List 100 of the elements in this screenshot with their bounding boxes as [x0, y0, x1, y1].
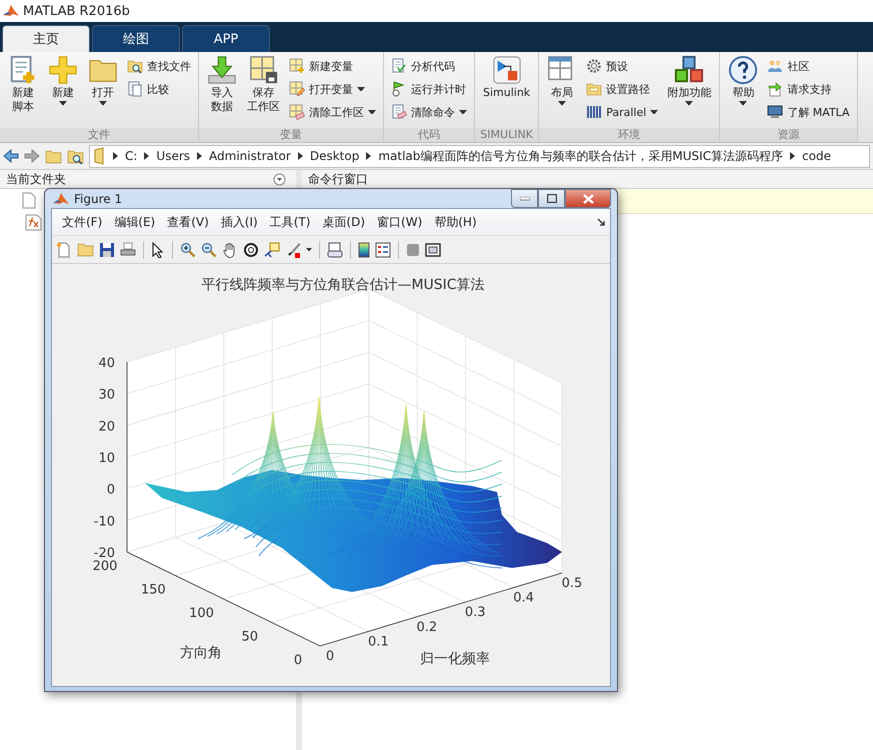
ribbon-tab[interactable]: APP: [182, 25, 270, 52]
linked-windows-icon[interactable]: [327, 242, 343, 258]
breadcrumb[interactable]: C:: [125, 149, 138, 163]
breadcrumb-arrow-icon: [366, 152, 372, 160]
cubes-icon: [674, 55, 704, 85]
ribbon-button[interactable]: 导入 数据: [203, 55, 241, 114]
panel-title: 当前文件夹: [6, 170, 66, 188]
panel-title: 命令行窗口: [308, 170, 368, 188]
folder-icon: [94, 147, 106, 165]
ribbon-button[interactable]: 查找文件: [124, 56, 194, 76]
monitor-icon: [767, 104, 784, 120]
block-diagram-icon: [492, 55, 522, 85]
path-field[interactable]: C: Users Administrator Desktop matlab编程面阵的信号方位角与频率的联合估计，采用MUSIC算法源码程序 code: [89, 144, 870, 168]
ribbon-button[interactable]: 布局: [543, 55, 582, 106]
document-eraser-icon: [391, 104, 407, 120]
ribbon-button[interactable]: 预设: [583, 56, 662, 76]
ribbon-button[interactable]: 附加功能: [663, 55, 716, 106]
arrow-document-icon: [767, 81, 784, 97]
zoom-out-icon[interactable]: [201, 242, 217, 258]
document-check-icon: [391, 58, 407, 74]
ribbon-button[interactable]: 社区: [764, 56, 853, 76]
ribbon-button[interactable]: 清除工作区: [286, 102, 379, 122]
printer-icon[interactable]: [120, 242, 136, 258]
tick-label: 20: [98, 419, 115, 434]
grid-disk-icon: [248, 55, 278, 85]
plus-icon: [48, 55, 78, 85]
colorbar-icon[interactable]: [358, 242, 370, 258]
menu-item[interactable]: 文件(F): [56, 214, 108, 230]
pointer-icon[interactable]: [151, 242, 165, 258]
bars-icon: [586, 104, 602, 120]
menu-item[interactable]: 桌面(D): [316, 214, 372, 230]
folder-icon[interactable]: [77, 241, 94, 258]
tick-label: -10: [94, 514, 115, 530]
tick-label: 0.5: [562, 576, 582, 591]
legend-icon[interactable]: [375, 242, 391, 258]
breadcrumb-arrow-icon: [197, 152, 202, 160]
ribbon-button[interactable]: 打开: [84, 55, 122, 106]
ribbon-button[interactable]: 分析代码: [388, 56, 470, 76]
ribbon-button[interactable]: 打开变量: [286, 79, 379, 99]
ribbon-button[interactable]: 比较: [124, 79, 194, 99]
zoom-in-icon[interactable]: [180, 242, 196, 258]
menu-item[interactable]: 窗口(W): [371, 214, 428, 230]
group-label: SIMULINK: [475, 128, 538, 142]
ribbon-button[interactable]: 帮助: [724, 55, 762, 106]
tick-label: 0: [106, 482, 115, 498]
dock-arrow-icon[interactable]: [597, 218, 606, 226]
breadcrumb[interactable]: Desktop: [310, 149, 360, 163]
ribbon-button[interactable]: 新建: [44, 55, 82, 106]
new-file-icon[interactable]: [56, 242, 72, 258]
ribbon-button[interactable]: 运行并计时: [388, 79, 470, 99]
download-arrow-icon: [207, 55, 237, 85]
ribbon-tab[interactable]: 绘图: [92, 25, 180, 52]
tick-label: 0.2: [416, 620, 438, 635]
close-button[interactable]: [565, 189, 611, 208]
back-arrow-icon[interactable]: [3, 149, 19, 163]
function-file-icon[interactable]: [25, 214, 42, 230]
grid-plus-icon: [289, 58, 305, 74]
dropdown-circle-icon[interactable]: [273, 172, 286, 186]
tick-label: 40: [98, 356, 115, 371]
window-icon[interactable]: [425, 242, 441, 258]
data-cursor-icon[interactable]: [264, 242, 280, 258]
ribbon-button[interactable]: 了解 MATLA: [764, 102, 853, 122]
ribbon-button[interactable]: Parallel: [583, 102, 662, 122]
tick-label: 200: [92, 559, 118, 574]
breadcrumb-arrow-icon: [298, 152, 303, 160]
folder-icon: [586, 81, 602, 97]
minimize-button[interactable]: [511, 189, 538, 208]
ribbon-button[interactable]: 设置路径: [583, 79, 662, 99]
tick-label: 150: [140, 582, 166, 598]
tick-label: 0: [294, 653, 302, 668]
minimize-icon: [520, 196, 530, 200]
tick-label: 30: [98, 388, 115, 403]
forward-arrow-icon[interactable]: [24, 149, 40, 163]
menu-item[interactable]: 帮助(H): [428, 214, 483, 230]
breadcrumb[interactable]: Administrator: [209, 149, 291, 163]
ribbon-button[interactable]: 请求支持: [764, 79, 853, 99]
ribbon-button[interactable]: 新建 脚本: [4, 55, 42, 114]
maximize-button[interactable]: [538, 189, 565, 208]
file-icon[interactable]: [22, 192, 36, 208]
peak-logo-icon: [3, 3, 19, 19]
menu-item[interactable]: 工具(T): [264, 214, 316, 230]
ribbon-button[interactable]: Simulink: [479, 55, 534, 100]
peak-logo-icon: [53, 190, 69, 206]
grid-pencil-icon: [289, 81, 305, 97]
menu-item[interactable]: 插入(I): [214, 214, 264, 230]
caret-icon: [306, 248, 312, 252]
tick-label: 0.3: [464, 605, 486, 620]
group-label: 资源: [720, 128, 857, 142]
rotate-icon[interactable]: [243, 242, 259, 258]
ribbon-button[interactable]: 保存 工作区: [243, 55, 284, 114]
breadcrumb[interactable]: matlab编程面阵的信号方位角与频率的联合估计，采用MUSIC算法源码程序: [378, 148, 784, 164]
breadcrumb[interactable]: code: [802, 149, 832, 163]
ribbon-button[interactable]: 清除命令: [388, 102, 470, 122]
menu-item[interactable]: 查看(V): [161, 214, 215, 230]
breadcrumb[interactable]: Users: [156, 149, 190, 163]
ribbon-tab[interactable]: 主页: [2, 25, 90, 52]
axis-label: 归一化频率: [420, 651, 490, 667]
menu-item[interactable]: 编辑(E): [108, 214, 162, 230]
ribbon-button[interactable]: 新建变量: [286, 56, 379, 76]
tick-label: 0.1: [368, 634, 389, 650]
